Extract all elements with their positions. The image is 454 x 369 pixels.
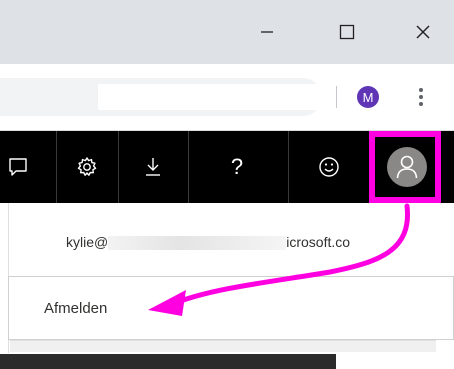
annotation-arrow bbox=[148, 203, 410, 316]
